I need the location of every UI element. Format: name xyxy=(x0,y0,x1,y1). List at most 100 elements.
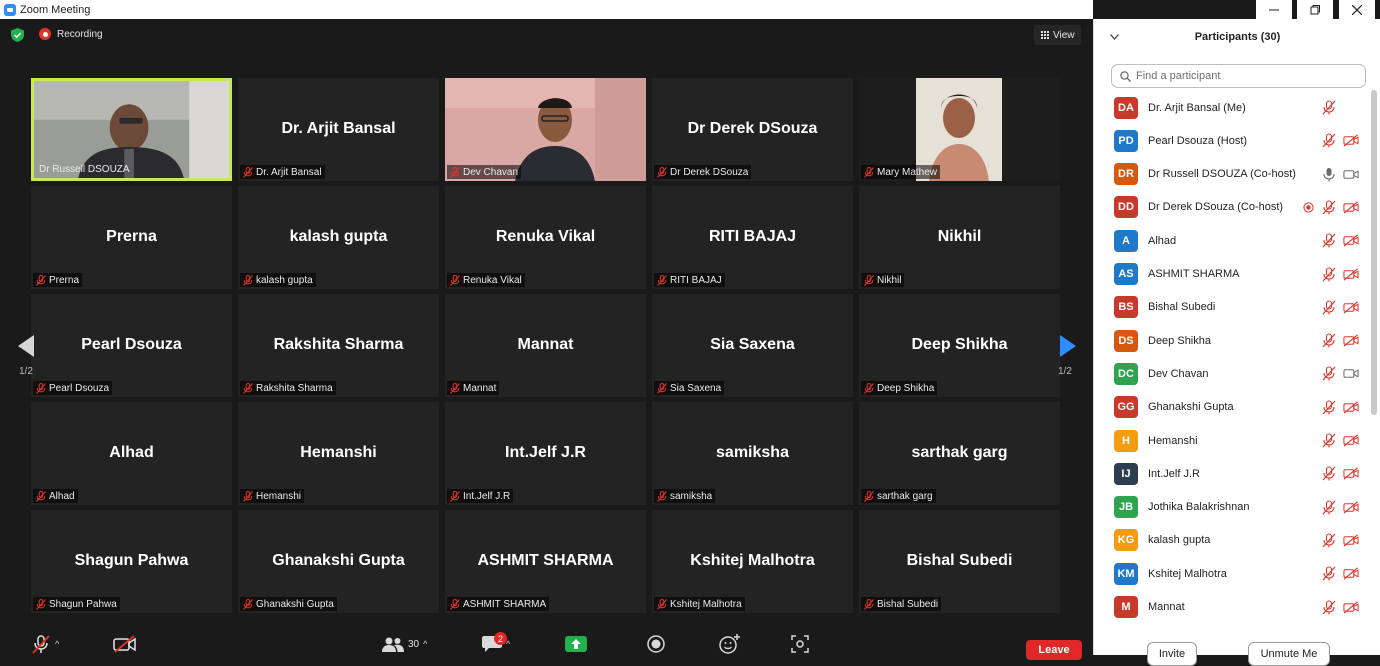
video-tile[interactable]: Pearl Dsouza Pearl Dsouza xyxy=(31,294,232,397)
participant-video-status[interactable] xyxy=(1343,333,1359,349)
view-button[interactable]: View xyxy=(1034,25,1081,45)
participant-row[interactable]: A Alhad xyxy=(1094,224,1372,257)
record-button[interactable] xyxy=(646,633,666,655)
participant-mic-status[interactable] xyxy=(1321,266,1337,282)
participant-row[interactable]: JB Jothika Balakrishnan xyxy=(1094,491,1372,524)
participant-row[interactable]: DC Dev Chavan xyxy=(1094,357,1372,390)
start-video-button[interactable] xyxy=(113,633,137,655)
video-tile[interactable]: Alhad Alhad xyxy=(31,402,232,505)
search-input[interactable] xyxy=(1136,70,1356,82)
participant-video-status[interactable] xyxy=(1343,166,1359,182)
video-tile[interactable]: Prerna Prerna xyxy=(31,186,232,289)
apps-button[interactable] xyxy=(791,633,809,655)
participant-row[interactable]: PD Pearl Dsouza (Host) xyxy=(1094,124,1372,157)
participants-scrollbar[interactable] xyxy=(1371,90,1377,415)
participant-video-status[interactable] xyxy=(1343,599,1359,615)
participant-video-status[interactable] xyxy=(1343,466,1359,482)
participant-video-status[interactable] xyxy=(1343,566,1359,582)
participant-mic-status[interactable] xyxy=(1321,499,1337,515)
participant-mic-status[interactable] xyxy=(1321,566,1337,582)
participant-mic-status[interactable] xyxy=(1321,466,1337,482)
video-tile[interactable]: Dr Derek DSouza Dr Derek DSouza xyxy=(652,78,853,181)
video-tile[interactable]: Dr Russell DSOUZA xyxy=(31,78,232,181)
video-tile[interactable]: Nikhil Nikhil xyxy=(859,186,1060,289)
participant-video-status[interactable] xyxy=(1343,266,1359,282)
video-tile[interactable]: Ghanakshi Gupta Ghanakshi Gupta xyxy=(238,510,439,613)
participant-video-status[interactable] xyxy=(1343,499,1359,515)
participant-row[interactable]: GG Ghanakshi Gupta xyxy=(1094,391,1372,424)
video-tile[interactable]: ASHMIT SHARMA ASHMIT SHARMA xyxy=(445,510,646,613)
participant-mic-status[interactable] xyxy=(1321,233,1337,249)
participant-mic-status[interactable] xyxy=(1321,166,1337,182)
unmute-me-button[interactable]: Unmute Me xyxy=(1248,642,1330,666)
participant-mic-status[interactable] xyxy=(1321,399,1337,415)
video-tile[interactable]: Dev Chavan xyxy=(445,78,646,181)
participants-button[interactable]: 30 ^ xyxy=(382,633,427,655)
video-tile[interactable]: Hemanshi Hemanshi xyxy=(238,402,439,505)
participant-video-status[interactable] xyxy=(1343,233,1359,249)
microphone-muted-icon xyxy=(1322,233,1336,248)
video-tile[interactable]: sarthak garg sarthak garg xyxy=(859,402,1060,505)
video-tile[interactable]: Mary Mathew xyxy=(859,78,1060,181)
video-tile[interactable]: Int.Jelf J.R Int.Jelf J.R xyxy=(445,402,646,505)
video-tile[interactable]: Rakshita Sharma Rakshita Sharma xyxy=(238,294,439,397)
video-tile[interactable]: kalash gupta kalash gupta xyxy=(238,186,439,289)
participant-mic-status[interactable] xyxy=(1321,299,1337,315)
video-tile[interactable]: Sia Saxena Sia Saxena xyxy=(652,294,853,397)
video-tile[interactable]: Shagun Pahwa Shagun Pahwa xyxy=(31,510,232,613)
participant-row[interactable]: BS Bishal Subedi xyxy=(1094,291,1372,324)
participant-row[interactable]: KM Kshitej Malhotra xyxy=(1094,557,1372,590)
participant-row[interactable]: KG kalash gupta xyxy=(1094,524,1372,557)
video-tile[interactable]: Dr. Arjit Bansal Dr. Arjit Bansal xyxy=(238,78,439,181)
invite-button[interactable]: Invite xyxy=(1147,642,1197,666)
participant-video-status[interactable] xyxy=(1343,433,1359,449)
participant-row[interactable]: M Mannat xyxy=(1094,591,1372,624)
leave-button[interactable]: Leave xyxy=(1026,640,1082,660)
participant-search[interactable] xyxy=(1111,64,1366,88)
unmute-button[interactable]: ^ xyxy=(31,633,59,655)
participant-mic-status[interactable] xyxy=(1321,599,1337,615)
participant-row[interactable]: DD Dr Derek DSouza (Co-host) xyxy=(1094,191,1372,224)
participant-video-status[interactable] xyxy=(1343,399,1359,415)
participant-video-status[interactable] xyxy=(1343,199,1359,215)
participant-mic-status[interactable] xyxy=(1321,366,1337,382)
participant-row[interactable]: DA Dr. Arjit Bansal (Me) xyxy=(1094,91,1372,124)
participant-video-status[interactable] xyxy=(1343,366,1359,382)
participant-row[interactable]: AS ASHMIT SHARMA xyxy=(1094,258,1372,291)
recording-indicator[interactable]: Recording xyxy=(39,28,103,40)
video-tile[interactable]: Deep Shikha Deep Shikha xyxy=(859,294,1060,397)
participant-mic-status[interactable] xyxy=(1321,532,1337,548)
participant-row[interactable]: DS Deep Shikha xyxy=(1094,324,1372,357)
security-shield-icon[interactable] xyxy=(11,28,24,42)
grid-view-icon xyxy=(1040,31,1049,40)
reactions-button[interactable] xyxy=(719,633,741,655)
video-off-icon xyxy=(1343,267,1359,281)
participant-row[interactable]: IJ Int.Jelf J.R xyxy=(1094,457,1372,490)
participant-row[interactable]: H Hemanshi xyxy=(1094,424,1372,457)
participant-video-status[interactable] xyxy=(1343,133,1359,149)
participant-row[interactable]: DR Dr Russell DSOUZA (Co-host) xyxy=(1094,158,1372,191)
participant-mic-status[interactable] xyxy=(1321,199,1337,215)
video-tile[interactable]: Kshitej Malhotra Kshitej Malhotra xyxy=(652,510,853,613)
video-tile[interactable]: RITI BAJAJ RITI BAJAJ xyxy=(652,186,853,289)
tile-display-name: Nikhil xyxy=(937,228,982,245)
participant-mic-status[interactable] xyxy=(1321,433,1337,449)
video-tile[interactable]: Bishal Subedi Bishal Subedi xyxy=(859,510,1060,613)
share-screen-button[interactable] xyxy=(565,633,587,655)
microphone-muted-icon xyxy=(1322,100,1336,115)
participant-mic-status[interactable] xyxy=(1321,100,1337,116)
tile-display-name: Mannat xyxy=(517,336,574,353)
restore-button[interactable] xyxy=(1297,0,1333,19)
video-tile[interactable]: Renuka Vikal Renuka Vikal xyxy=(445,186,646,289)
participant-video-status[interactable] xyxy=(1343,532,1359,548)
close-button[interactable] xyxy=(1339,0,1375,19)
video-tile[interactable]: samiksha samiksha xyxy=(652,402,853,505)
minimize-button[interactable] xyxy=(1256,0,1292,19)
audio-options-caret[interactable]: ^ xyxy=(55,639,59,649)
participant-mic-status[interactable] xyxy=(1321,333,1337,349)
participant-video-status[interactable] xyxy=(1343,299,1359,315)
video-icon xyxy=(1343,369,1359,379)
video-tile[interactable]: Mannat Mannat xyxy=(445,294,646,397)
participant-mic-status[interactable] xyxy=(1321,133,1337,149)
participants-options-caret[interactable]: ^ xyxy=(423,639,427,649)
